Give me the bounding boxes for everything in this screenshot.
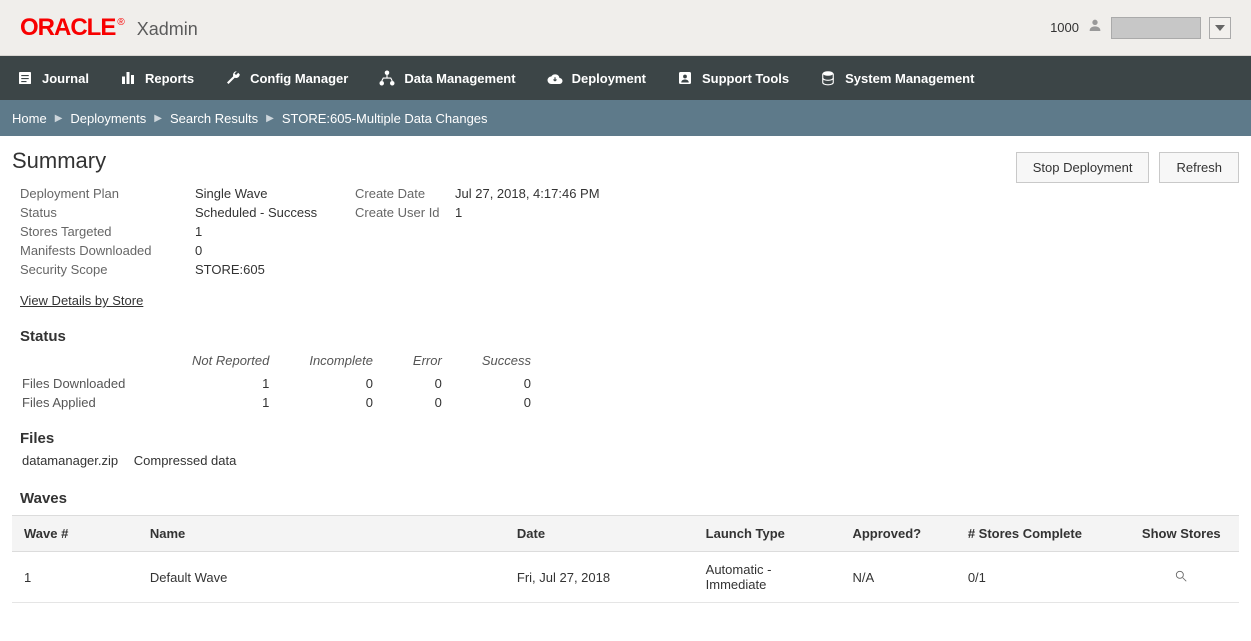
nav-label: System Management (845, 71, 974, 86)
value-manifests-downloaded: 0 (195, 243, 355, 258)
nav-label: Config Manager (250, 71, 348, 86)
refresh-button[interactable]: Refresh (1159, 152, 1239, 183)
breadcrumb-home[interactable]: Home (12, 111, 47, 126)
col-not-reported: Not Reported (172, 351, 289, 374)
nav-journal[interactable]: Journal (16, 69, 89, 87)
nav-config-manager[interactable]: Config Manager (224, 69, 348, 87)
status-title: Status (20, 328, 1239, 345)
cell: 0 (462, 374, 551, 393)
user-selector[interactable] (1111, 17, 1201, 39)
cell: 0 (289, 393, 393, 412)
value-create-user-id: 1 (455, 205, 1239, 220)
cell: 0 (462, 393, 551, 412)
cell-wave-num: 1 (12, 552, 138, 603)
value-security-scope: STORE:605 (195, 262, 355, 277)
stop-deployment-button[interactable]: Stop Deployment (1016, 152, 1150, 183)
label-create-date: Create Date (355, 186, 455, 201)
col-name: Name (138, 516, 505, 552)
cell: 0 (393, 393, 462, 412)
cell-date: Fri, Jul 27, 2018 (505, 552, 694, 603)
user-number: 1000 (1050, 20, 1079, 35)
col-date: Date (505, 516, 694, 552)
col-success: Success (462, 351, 551, 374)
value-deployment-plan: Single Wave (195, 186, 355, 201)
app-name: Xadmin (137, 19, 198, 40)
files-row: datamanager.zip Compressed data (22, 453, 1239, 468)
breadcrumb-current: STORE:605-Multiple Data Changes (282, 111, 488, 126)
view-details-link[interactable]: View Details by Store (20, 293, 143, 308)
cell: 1 (172, 393, 289, 412)
col-error: Error (393, 351, 462, 374)
user-icon (1087, 17, 1103, 38)
oracle-logo: ORACLE (20, 14, 115, 42)
label-security-scope: Security Scope (20, 262, 195, 277)
database-icon (819, 69, 837, 87)
chevron-right-icon: ▶ (154, 113, 162, 124)
breadcrumb: Home ▶ Deployments ▶ Search Results ▶ ST… (0, 100, 1251, 136)
label-stores-targeted: Stores Targeted (20, 224, 195, 239)
nav-label: Reports (145, 71, 194, 86)
page-title: Summary (12, 148, 106, 174)
cell-approved: N/A (840, 552, 955, 603)
journal-icon (16, 69, 34, 87)
col-stores-complete: # Stores Complete (956, 516, 1124, 552)
show-stores-button[interactable] (1124, 552, 1239, 603)
app-header: ORACLE® Xadmin 1000 (0, 0, 1251, 56)
row-label: Files Downloaded (22, 374, 172, 393)
reports-icon (119, 69, 137, 87)
chevron-right-icon: ▶ (266, 113, 274, 124)
breadcrumb-deployments[interactable]: Deployments (70, 111, 146, 126)
row-label: Files Applied (22, 393, 172, 412)
summary-grid: Deployment Plan Single Wave Create Date … (20, 186, 1239, 277)
value-status: Scheduled - Success (195, 205, 355, 220)
user-dropdown-toggle[interactable] (1209, 17, 1231, 39)
value-stores-targeted: 1 (195, 224, 355, 239)
nav-reports[interactable]: Reports (119, 69, 194, 87)
col-show-stores: Show Stores (1124, 516, 1239, 552)
breadcrumb-search-results[interactable]: Search Results (170, 111, 258, 126)
cell: 0 (289, 374, 393, 393)
waves-table: Wave # Name Date Launch Type Approved? #… (12, 515, 1239, 603)
logo-area: ORACLE® Xadmin (20, 14, 198, 42)
chevron-right-icon: ▶ (55, 113, 63, 124)
nav-data-management[interactable]: Data Management (378, 69, 515, 87)
cell-launch-type: Automatic - Immediate (694, 552, 841, 603)
nav-label: Data Management (404, 71, 515, 86)
label-status: Status (20, 205, 195, 220)
registered-mark: ® (117, 17, 124, 28)
cloud-download-icon (546, 69, 564, 87)
file-name: datamanager.zip (22, 453, 118, 468)
search-icon (1174, 569, 1188, 583)
status-row: Files Downloaded 1 0 0 0 (22, 374, 551, 393)
header-right: 1000 (1050, 17, 1231, 39)
cell: 0 (393, 374, 462, 393)
col-wave-num: Wave # (12, 516, 138, 552)
waves-title: Waves (20, 490, 1239, 507)
cell: 1 (172, 374, 289, 393)
wave-row: 1 Default Wave Fri, Jul 27, 2018 Automat… (12, 552, 1239, 603)
col-incomplete: Incomplete (289, 351, 393, 374)
nav-label: Support Tools (702, 71, 789, 86)
col-approved: Approved? (840, 516, 955, 552)
nav-system-management[interactable]: System Management (819, 69, 974, 87)
nav-label: Deployment (572, 71, 646, 86)
hierarchy-icon (378, 69, 396, 87)
value-create-date: Jul 27, 2018, 4:17:46 PM (455, 186, 1239, 201)
col-launch-type: Launch Type (694, 516, 841, 552)
main-nav: Journal Reports Config Manager Data Mana… (0, 56, 1251, 100)
file-desc: Compressed data (134, 453, 237, 468)
status-row: Files Applied 1 0 0 0 (22, 393, 551, 412)
cell-stores-complete: 0/1 (956, 552, 1124, 603)
files-title: Files (20, 430, 1239, 447)
nav-deployment[interactable]: Deployment (546, 69, 646, 87)
nav-label: Journal (42, 71, 89, 86)
status-table: Not Reported Incomplete Error Success Fi… (22, 351, 551, 412)
label-create-user-id: Create User Id (355, 205, 455, 220)
nav-support-tools[interactable]: Support Tools (676, 69, 789, 87)
support-icon (676, 69, 694, 87)
label-manifests-downloaded: Manifests Downloaded (20, 243, 195, 258)
wrench-icon (224, 69, 242, 87)
cell-name: Default Wave (138, 552, 505, 603)
label-deployment-plan: Deployment Plan (20, 186, 195, 201)
